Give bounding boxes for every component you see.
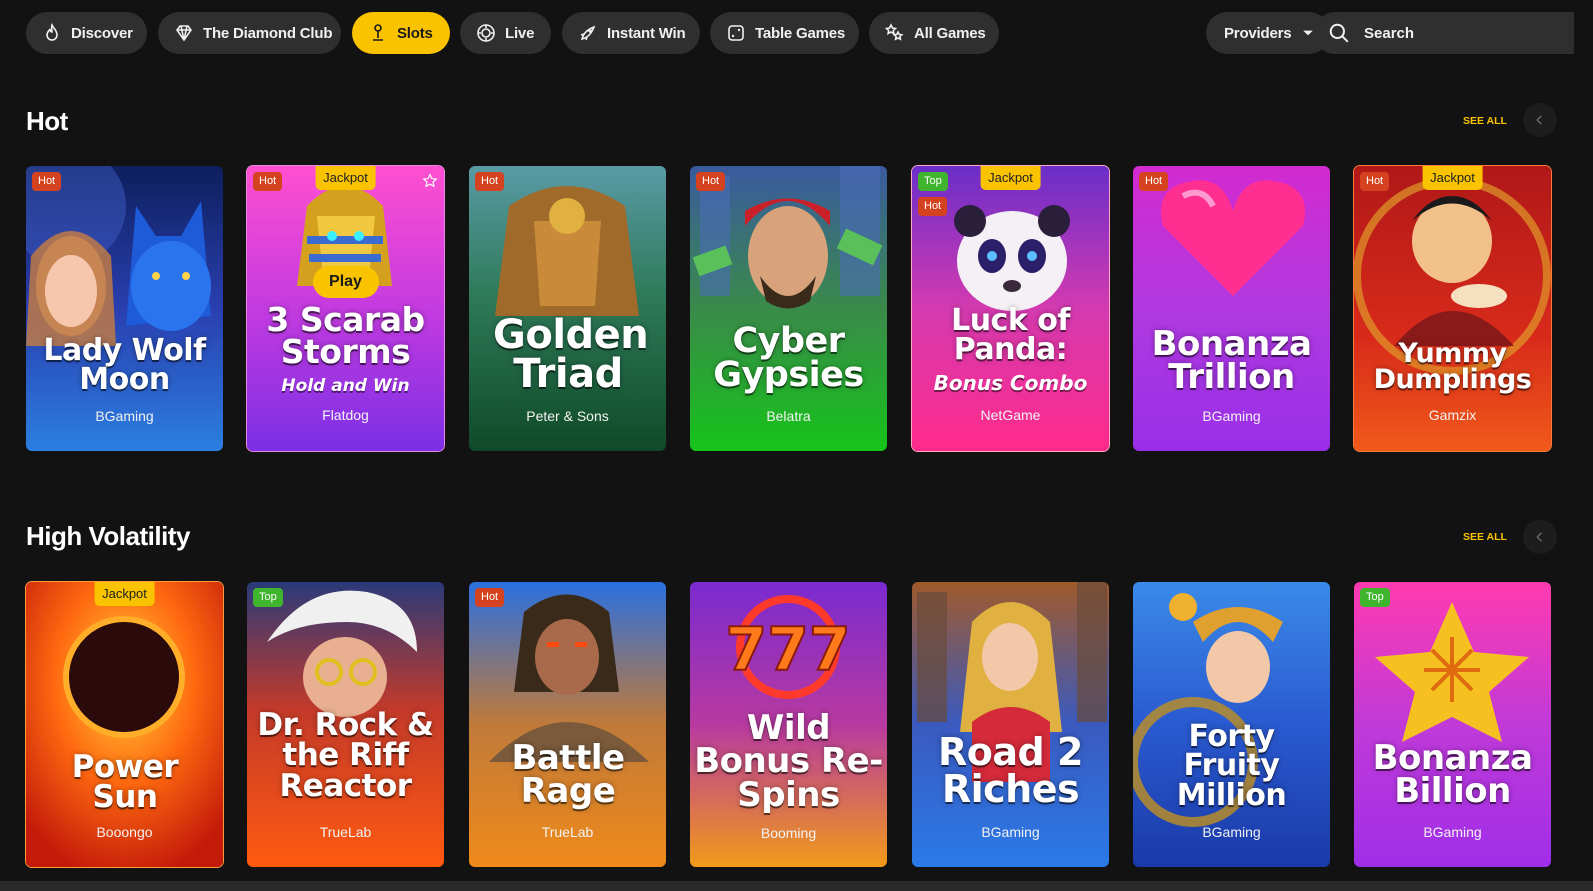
nav-label: The Diamond Club xyxy=(203,24,333,42)
game-title: Bonanza Trillion xyxy=(1151,324,1312,398)
hot-badge: Hot xyxy=(918,197,948,216)
rocket-icon xyxy=(580,25,596,41)
search-placeholder: Search xyxy=(1364,24,1415,42)
game-title: Forty Fruity Million xyxy=(1176,719,1287,813)
high-volatility-games-row: Jackpot Power Sun Booongo Top Dr. Rock &… xyxy=(25,581,1556,869)
top-badge: Top xyxy=(1360,588,1390,607)
game-card[interactable]: Hot Battle Rage TrueLab xyxy=(469,582,666,867)
chip-icon xyxy=(477,24,495,42)
game-card[interactable]: Top Hot Jackpot Luck of Panda: Bonus Com… xyxy=(911,165,1110,452)
nav-all-games-button[interactable]: All Games xyxy=(869,12,999,54)
game-provider: BGaming xyxy=(95,408,154,424)
see-all-hot-link[interactable]: SEE ALL xyxy=(1463,115,1507,127)
hot-badge: Hot xyxy=(1360,172,1390,191)
dice-icon xyxy=(728,25,744,41)
nav-label: Instant Win xyxy=(607,24,686,42)
nav-live-button[interactable]: Live xyxy=(460,12,551,54)
hot-badge: Hot xyxy=(475,588,505,607)
hot-badge: Hot xyxy=(475,172,505,191)
top-badge: Top xyxy=(253,588,283,607)
game-subtitle: Hold and Win xyxy=(281,376,410,396)
nav-label: All Games xyxy=(914,24,986,42)
nav-label: Table Games xyxy=(755,24,846,42)
game-provider: BGaming xyxy=(1423,824,1482,840)
game-card[interactable]: Hot Bonanza Trillion BGaming xyxy=(1133,166,1330,451)
chevron-left-icon xyxy=(1536,532,1542,542)
game-title: Road 2 Riches xyxy=(938,730,1083,812)
game-provider: Booming xyxy=(760,825,817,841)
see-all-high-volatility-link[interactable]: SEE ALL xyxy=(1463,531,1507,543)
svg-text:777: 777 xyxy=(725,615,850,685)
flame-icon xyxy=(46,23,58,41)
nav-table-games-button[interactable]: Table Games xyxy=(710,12,859,54)
jackpot-badge: Jackpot xyxy=(1422,166,1483,190)
providers-dropdown[interactable]: Providers xyxy=(1206,12,1330,54)
hot-games-row: Hot Lady Wolf Moon BGaming Hot Jackpot P… xyxy=(26,165,1556,453)
nav-label: Live xyxy=(505,24,535,42)
favorite-star-icon[interactable] xyxy=(422,173,438,189)
game-provider: BGaming xyxy=(981,824,1040,840)
game-provider: TrueLab xyxy=(319,824,372,840)
scroll-left-high-volatility-button[interactable] xyxy=(1523,520,1557,554)
game-provider: Booongo xyxy=(96,824,153,840)
nav-slots-button[interactable]: Slots xyxy=(352,12,450,54)
section-title-high-volatility: High Volatility xyxy=(26,521,190,551)
nav-label: Discover xyxy=(71,24,133,42)
game-title: Cyber Gypsies xyxy=(713,321,864,396)
game-title: Battle Rage xyxy=(511,738,625,812)
game-title: 3 Scarab Storms xyxy=(266,300,425,372)
game-card[interactable]: Hot Cyber Gypsies Belatra xyxy=(690,166,887,451)
game-title: Lady Wolf Moon xyxy=(43,333,206,398)
scroll-left-hot-button[interactable] xyxy=(1523,103,1557,137)
game-provider: NetGame xyxy=(980,407,1041,423)
chevron-left-icon xyxy=(1536,115,1542,125)
game-provider: BGaming xyxy=(1202,824,1261,840)
providers-label: Providers xyxy=(1224,24,1292,42)
hot-badge: Hot xyxy=(32,172,62,191)
game-card[interactable]: Hot Golden Triad Peter & Sons xyxy=(469,166,666,451)
game-subtitle: Bonus Combo xyxy=(933,371,1088,395)
game-title: Power Sun xyxy=(71,749,179,816)
game-provider: Peter & Sons xyxy=(526,408,609,424)
game-provider: BGaming xyxy=(1202,408,1261,424)
jackpot-badge: Jackpot xyxy=(315,166,376,190)
joystick-icon xyxy=(373,24,383,41)
search-icon xyxy=(1329,23,1349,43)
bottom-bar xyxy=(0,881,1593,891)
game-card[interactable]: Top Dr. Rock & the Riff Reactor TrueLab xyxy=(247,582,444,867)
hot-badge: Hot xyxy=(253,172,283,191)
game-title: Wild Bonus Re-Spins xyxy=(694,708,883,815)
play-button[interactable]: Play xyxy=(312,266,379,298)
game-card[interactable]: Hot Jackpot Play 3 Scarab Storms Hold an… xyxy=(246,165,445,452)
search-input[interactable]: Search xyxy=(1314,12,1574,54)
nav-diamond-club-button[interactable]: The Diamond Club xyxy=(158,12,341,54)
jackpot-badge: Jackpot xyxy=(94,582,155,606)
hot-badge: Hot xyxy=(1139,172,1169,191)
game-card[interactable]: Road 2 Riches BGaming xyxy=(912,582,1109,867)
game-provider: Gamzix xyxy=(1428,407,1477,423)
game-card[interactable]: Forty Fruity Million BGaming xyxy=(1133,582,1330,867)
hot-badge: Hot xyxy=(696,172,726,191)
diamond-icon xyxy=(176,25,192,42)
game-card[interactable]: Hot Jackpot Yummy Dumplings Gamzix xyxy=(1353,165,1552,452)
game-card[interactable]: Hot Lady Wolf Moon BGaming xyxy=(26,166,223,451)
game-title: Golden Triad xyxy=(493,312,649,398)
game-title: Bonanza Billion xyxy=(1372,738,1533,812)
game-provider: Belatra xyxy=(766,408,811,424)
nav-discover-button[interactable]: Discover xyxy=(26,12,147,54)
game-card[interactable]: 777 Wild Bonus Re-Spins Booming xyxy=(690,582,887,867)
game-provider: Flatdog xyxy=(322,407,369,423)
jackpot-badge: Jackpot xyxy=(980,166,1041,190)
game-provider: TrueLab xyxy=(541,824,594,840)
stars-icon xyxy=(885,23,904,41)
game-title: Dr. Rock & the Riff Reactor xyxy=(257,707,434,804)
game-card[interactable]: Top Bonanza Billion BGaming xyxy=(1354,582,1551,867)
nav-instant-win-button[interactable]: Instant Win xyxy=(562,12,700,54)
top-badge: Top xyxy=(918,172,948,191)
game-card[interactable]: Jackpot Power Sun Booongo xyxy=(25,581,224,868)
nav-label: Slots xyxy=(397,24,433,42)
section-title-hot: Hot xyxy=(26,106,68,136)
game-title: Luck of Panda: xyxy=(951,303,1070,368)
game-title: Yummy Dumplings xyxy=(1373,338,1532,396)
